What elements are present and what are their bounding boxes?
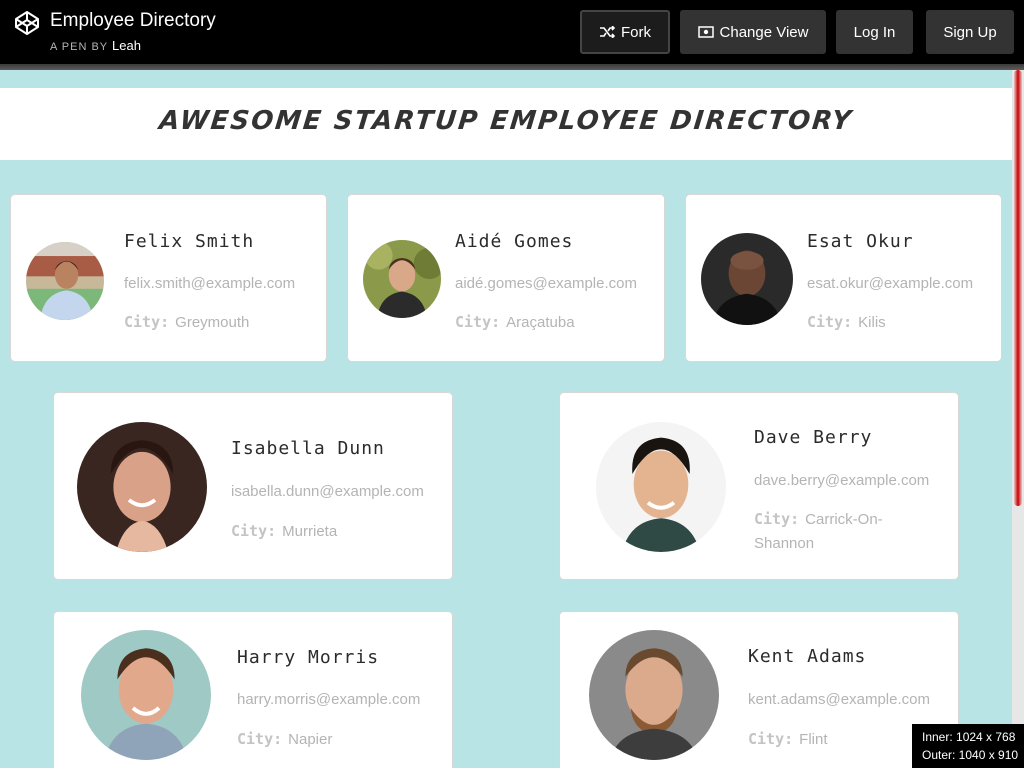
preview-top-band [0, 70, 1012, 88]
fork-label: Fork [621, 23, 651, 41]
employee-name: Felix Smith [124, 231, 255, 252]
change-view-label: Change View [719, 23, 809, 41]
employee-email: felix.smith@example.com [124, 275, 296, 292]
fork-button[interactable]: Fork [580, 10, 670, 54]
employee-name: Aidé Gomes [455, 231, 574, 252]
viewport-size-badge: Inner: 1024 x 768 Outer: 1040 x 910 [912, 724, 1024, 768]
employee-card[interactable]: Kent Adams kent.adams@example.com City: F… [559, 611, 959, 768]
pen-by-prefix: A PEN BY [50, 41, 108, 53]
codepen-logo-icon[interactable] [14, 10, 40, 36]
employee-email: harry.morris@example.com [237, 691, 421, 708]
employee-card[interactable]: Aidé Gomes aidé.gomes@example.com City: A… [347, 194, 665, 362]
outer-size: Outer: 1040 x 910 [922, 748, 1019, 762]
employee-email: kent.adams@example.com [748, 691, 930, 708]
employee-name: Kent Adams [748, 646, 867, 667]
signup-button[interactable]: Sign Up [926, 10, 1014, 54]
employee-name: Harry Morris [237, 647, 380, 668]
view-icon [697, 26, 714, 38]
employee-city: Napier [288, 731, 333, 748]
city-label: City: [807, 313, 853, 331]
city-label: City: [754, 510, 800, 528]
employee-city-line: City: Carrick-On-Shannon [754, 507, 904, 556]
city-label: City: [231, 522, 277, 540]
employee-name: Dave Berry [754, 427, 873, 448]
employee-email: dave.berry@example.com [754, 472, 930, 489]
avatar [596, 422, 726, 552]
employee-city: Flint [799, 731, 828, 748]
avatar [589, 630, 719, 760]
employee-city: Greymouth [175, 314, 250, 331]
employee-email: esat.okur@example.com [807, 275, 974, 292]
employee-email: aidé.gomes@example.com [455, 275, 637, 292]
employee-city-line: City: Kilis [807, 310, 987, 335]
city-label: City: [455, 313, 501, 331]
avatar [26, 242, 104, 320]
employee-city-line: City: Greymouth [124, 310, 314, 335]
employee-city-line: City: Napier [237, 727, 437, 752]
page-title: AWESOME STARTUP EMPLOYEE DIRECTORY [157, 106, 855, 136]
fork-icon [599, 26, 615, 38]
pen-author-line: A PEN BY Leah [50, 38, 141, 53]
city-label: City: [748, 730, 794, 748]
employee-card[interactable]: Dave Berry dave.berry@example.com City: C… [559, 392, 959, 580]
avatar [81, 630, 211, 760]
employee-city-line: City: Araçatuba [455, 310, 655, 335]
scrollbar-thumb[interactable] [1014, 70, 1022, 506]
inner-size: Inner: 1024 x 768 [922, 730, 1016, 744]
employee-city: Araçatuba [506, 314, 575, 331]
employee-card[interactable]: Esat Okur esat.okur@example.com City: Kil… [685, 194, 1002, 362]
employee-card[interactable]: Felix Smith felix.smith@example.com City… [10, 194, 327, 362]
employee-city-line: City: Murrieta [231, 519, 441, 544]
employee-email: isabella.dunn@example.com [231, 483, 424, 500]
city-label: City: [124, 313, 170, 331]
change-view-button[interactable]: Change View [680, 10, 826, 54]
employee-card[interactable]: Harry Morris harry.morris@example.com Ci… [53, 611, 453, 768]
employee-city: Kilis [858, 314, 886, 331]
avatar [77, 422, 207, 552]
employee-name: Isabella Dunn [231, 438, 385, 459]
login-button[interactable]: Log In [836, 10, 913, 54]
city-label: City: [237, 730, 283, 748]
employee-name: Esat Okur [807, 231, 914, 252]
codepen-header: Employee Directory A PEN BY Leah Fork Ch… [0, 0, 1024, 64]
avatar [701, 233, 793, 325]
avatar [363, 240, 441, 318]
employee-card[interactable]: Isabella Dunn isabella.dunn@example.com … [53, 392, 453, 580]
pen-title: Employee Directory [50, 10, 216, 31]
employee-city: Murrieta [282, 523, 338, 540]
author-link[interactable]: Leah [112, 38, 141, 53]
